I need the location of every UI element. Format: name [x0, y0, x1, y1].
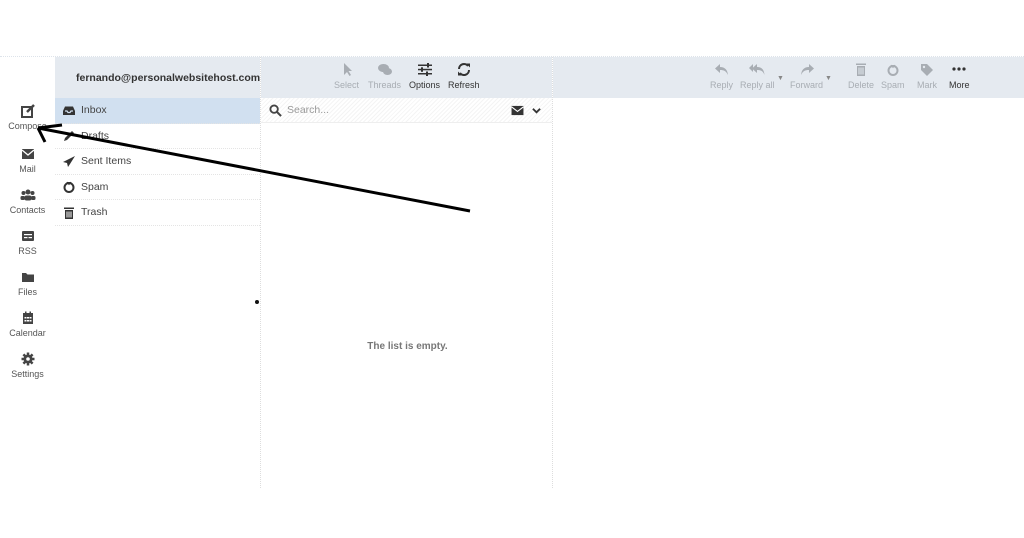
- nav-calendar-label: Calendar: [9, 328, 46, 338]
- calendar-icon: [22, 311, 33, 324]
- message-list-panel: Select Threads Options Refresh The list …: [260, 57, 553, 488]
- nav-compose-label: Compose: [8, 121, 47, 131]
- more-label: More: [949, 80, 970, 90]
- forward-button[interactable]: Forward: [790, 62, 823, 90]
- forward-icon: [800, 64, 814, 75]
- message-toolbar: Reply Reply all ▼ Forward ▼ Delete Spam: [553, 57, 1024, 98]
- spam-icon: [887, 64, 899, 76]
- search-input[interactable]: [287, 104, 497, 116]
- trash-icon: [856, 63, 866, 76]
- reply-all-button[interactable]: Reply all: [740, 62, 775, 90]
- folder-drafts[interactable]: Drafts: [55, 124, 260, 149]
- nav-settings-label: Settings: [11, 369, 44, 379]
- refresh-icon: [457, 63, 470, 76]
- delete-button[interactable]: Delete: [848, 62, 874, 90]
- list-toolbar: Select Threads Options Refresh: [261, 57, 552, 98]
- search-icon[interactable]: [269, 103, 282, 117]
- pencil-icon: [64, 131, 74, 142]
- reply-all-label: Reply all: [740, 80, 775, 90]
- forward-dropdown-caret[interactable]: ▼: [825, 75, 832, 82]
- reply-all-dropdown-caret[interactable]: ▼: [777, 75, 784, 82]
- folder-label: Trash: [81, 206, 108, 219]
- folder-sent-items[interactable]: Sent Items: [55, 149, 260, 175]
- nav-contacts-label: Contacts: [9, 205, 46, 215]
- nav-rss[interactable]: RSS: [0, 228, 55, 256]
- reply-label: Reply: [710, 80, 734, 90]
- inbox-icon: [63, 106, 75, 115]
- trash-icon: [64, 207, 74, 219]
- spam-button[interactable]: Spam: [881, 62, 905, 90]
- annotation-dot: [255, 300, 259, 304]
- refresh-button[interactable]: Refresh: [448, 62, 480, 90]
- folder-inbox[interactable]: Inbox: [55, 98, 260, 124]
- threads-button[interactable]: Threads: [368, 62, 401, 90]
- folder-panel: fernando@personalwebsitehost.com Inbox D…: [55, 57, 275, 488]
- rss-icon: [21, 231, 34, 241]
- paper-plane-icon: [63, 155, 75, 167]
- more-button[interactable]: More: [949, 62, 970, 90]
- reply-icon: [714, 64, 728, 75]
- empty-list-message: The list is empty.: [367, 341, 448, 352]
- nav-mail[interactable]: Mail: [0, 146, 55, 174]
- refresh-label: Refresh: [448, 80, 480, 90]
- main-nav: Compose Mail Contacts RSS Files Calendar…: [0, 57, 55, 488]
- nav-compose[interactable]: Compose: [0, 103, 55, 131]
- folder-label: Spam: [81, 180, 109, 193]
- folder-icon: [21, 273, 34, 282]
- threads-icon: [377, 64, 392, 75]
- folder-spam[interactable]: Spam: [55, 175, 260, 200]
- chevron-down-icon[interactable]: [532, 106, 541, 115]
- envelope-filter-icon[interactable]: [511, 105, 524, 116]
- nav-mail-label: Mail: [19, 164, 36, 174]
- account-header: fernando@personalwebsitehost.com: [55, 57, 275, 98]
- spam-icon: [63, 181, 75, 194]
- folder-label: Sent Items: [81, 155, 132, 168]
- nav-files[interactable]: Files: [0, 269, 55, 297]
- mark-button[interactable]: Mark: [917, 62, 937, 90]
- nav-settings[interactable]: Settings: [0, 351, 55, 379]
- folder-label: Drafts: [81, 129, 110, 142]
- threads-label: Threads: [368, 80, 402, 90]
- reading-pane: Reply Reply all ▼ Forward ▼ Delete Spam: [553, 57, 1024, 488]
- options-label: Options: [409, 80, 441, 90]
- more-icon: [952, 67, 966, 71]
- options-button[interactable]: Options: [409, 62, 440, 90]
- reply-all-icon: [749, 64, 765, 75]
- mail-icon: [21, 149, 34, 159]
- select-button[interactable]: Select: [334, 62, 359, 90]
- reply-button[interactable]: Reply: [710, 62, 733, 90]
- select-label: Select: [334, 80, 360, 90]
- account-email: fernando@personalwebsitehost.com: [76, 71, 261, 84]
- tag-icon: [921, 64, 933, 76]
- webmail-app: Compose Mail Contacts RSS Files Calendar…: [0, 56, 1024, 488]
- search-bar: [261, 98, 552, 123]
- gear-icon: [21, 352, 34, 366]
- contacts-icon: [20, 189, 35, 201]
- folder-label: Inbox: [81, 104, 107, 117]
- folder-trash[interactable]: Trash: [55, 200, 260, 226]
- nav-files-label: Files: [17, 287, 37, 297]
- forward-label: Forward: [790, 80, 824, 90]
- compose-icon: [20, 104, 35, 118]
- spam-label: Spam: [881, 80, 905, 90]
- mark-label: Mark: [917, 80, 937, 90]
- nav-calendar[interactable]: Calendar: [0, 310, 55, 338]
- nav-contacts[interactable]: Contacts: [0, 187, 55, 215]
- nav-rss-label: RSS: [18, 246, 37, 256]
- delete-label: Delete: [848, 80, 875, 90]
- options-icon: [417, 63, 432, 76]
- pointer-icon: [343, 63, 352, 76]
